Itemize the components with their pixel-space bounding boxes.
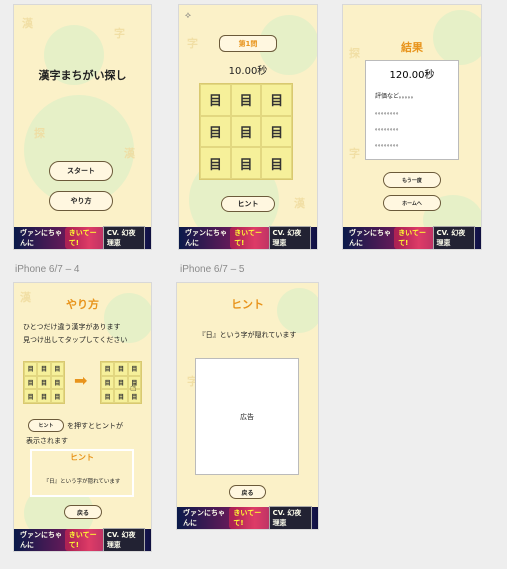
kanji-cell: 目 [50, 375, 64, 390]
ad-banner[interactable]: ヴァンにちゃんに きいてーて! CV. 幻夜理恵 [14, 528, 151, 551]
ad-banner[interactable]: ヴァンにちゃんに きいてーて! CV. 幻夜理恵 [14, 226, 151, 249]
kanji-cell[interactable]: 目 [261, 147, 292, 179]
watermark-kanji: 漢 [22, 17, 33, 30]
kanji-cell: 目 [24, 389, 38, 403]
artboard-label: iPhone 6/7 – 4 [15, 264, 80, 275]
result-comment: 評価など。。。。。 [375, 93, 417, 100]
result-dots: 。。。。。。。。 [375, 109, 403, 116]
ad-right-text: CV. 幻夜理恵 [268, 226, 311, 249]
ad-left-text: ヴァンにちゃんに [349, 229, 391, 247]
watermark-kanji: 字 [349, 147, 360, 160]
tap-hand-icon: ☝ [130, 381, 137, 394]
ad-mid-text: きいてーて! [230, 227, 269, 249]
howto-line2: 見つけ出してタップしてください [23, 336, 128, 344]
result-dots: 。。。。。。。。 [375, 125, 403, 132]
kanji-cell: 目 [114, 389, 128, 403]
ad-mid-text: きいてーて! [394, 227, 433, 249]
ad-left-text: ヴァンにちゃんに [20, 229, 62, 247]
kanji-cell: 目 [50, 362, 64, 376]
artboard-result: 探 字 結果 120.00秒 評価など。。。。。 。。。。。。。。 。。。。。。… [342, 4, 482, 250]
hint-button[interactable]: ヒント [221, 196, 275, 212]
kanji-cell: 目 [24, 375, 38, 390]
arrow-icon: ➡ [74, 371, 88, 390]
home-button[interactable]: ホームへ [383, 195, 441, 211]
kanji-cell[interactable]: 目 [261, 115, 292, 148]
hint-sample-panel: ヒント 『日』という字が隠れています [30, 449, 134, 497]
artboard-hint: 字 ヒント 『日』という字が隠れています 広告 戻る ヴァンにちゃんに きいてー… [176, 282, 319, 530]
kanji-cell: 目 [37, 375, 51, 390]
result-time: 120.00秒 [389, 70, 435, 81]
ad-banner[interactable]: ヴァンにちゃんに きいてーて! CV. 幻夜理恵 [343, 226, 481, 249]
artboard-game: 字 漢 ⟡ 第1問 10.00秒 目 目 目 目 目 目 目 目 目 ヒント ヴ… [178, 4, 318, 250]
kanji-cell: 目 [101, 389, 115, 403]
watermark-kanji: 探 [34, 127, 45, 140]
howto-heading: やり方 [66, 298, 99, 311]
kanji-cell[interactable]: 目 [200, 147, 231, 179]
bg-blob [24, 95, 134, 205]
hint-explain-a: を押すとヒントが [67, 422, 123, 430]
result-heading: 結果 [401, 41, 423, 54]
kanji-cell: 目 [37, 389, 51, 403]
watermark-kanji: 字 [187, 37, 198, 50]
retry-button[interactable]: もう一度 [383, 172, 441, 188]
ad-left-text: ヴァンにちゃんに [185, 229, 227, 247]
artboard-label: iPhone 6/7 – 5 [180, 264, 245, 275]
kanji-cell[interactable]: 目 [261, 84, 292, 116]
ad-mid-text: きいてーて! [229, 507, 269, 529]
kanji-cell: 目 [24, 362, 38, 376]
ad-mid-text: きいてーて! [64, 529, 103, 551]
howto-line1: ひとつだけ違う漢字があります [23, 323, 121, 331]
ad-left-text: ヴァンにちゃんに [20, 531, 62, 549]
ad-placeholder[interactable]: 広告 [195, 358, 299, 475]
ad-mid-text: きいてーて! [64, 227, 103, 249]
bg-blob [433, 10, 481, 65]
app-title: 漢字まちがい探し [38, 69, 127, 82]
timer-display: 10.00秒 [228, 66, 268, 77]
watermark-kanji: 漢 [294, 197, 305, 210]
stage-label: 第1問 [219, 35, 277, 52]
ad-placeholder-label: 広告 [240, 412, 254, 421]
hint-sample-title: ヒント [70, 453, 94, 462]
start-button[interactable]: スタート [49, 161, 113, 181]
result-dots: 。。。。。。。。 [375, 141, 403, 148]
hint-message: 『日』という字が隠れています [198, 331, 297, 339]
kanji-cell[interactable]: 目 [230, 147, 262, 179]
ad-right-text: CV. 幻夜理恵 [102, 226, 145, 249]
ad-left-text: ヴァンにちゃんに [183, 509, 225, 527]
artboard-title: 漢 字 探 漢 漢字まちがい探し スタート やり方 ヴァンにちゃんに きいてーて… [13, 4, 152, 250]
ad-right-text: CV. 幻夜理恵 [268, 506, 312, 529]
kanji-cell: 目 [50, 389, 64, 403]
ad-banner[interactable]: ヴァンにちゃんに きいてーて! CV. 幻夜理恵 [179, 226, 317, 249]
ad-right-text: CV. 幻夜理恵 [102, 528, 145, 551]
artboard-howto: 漢 やり方 ひとつだけ違う漢字があります 見つけ出してタップしてください 目 目… [13, 282, 152, 552]
watermark-kanji: 漢 [124, 147, 135, 160]
howto-button[interactable]: やり方 [49, 191, 113, 211]
kanji-cell: 目 [114, 375, 128, 390]
back-button[interactable]: 戻る [229, 485, 266, 499]
hint-heading: ヒント [231, 298, 264, 311]
kanji-cell[interactable]: 目 [230, 84, 262, 116]
kanji-cell[interactable]: 目 [200, 115, 231, 148]
result-panel: 120.00秒 評価など。。。。。 。。。。。。。。 。。。。。。。。 。。。。… [365, 60, 459, 160]
hint-explain-b: 表示されます [26, 437, 68, 445]
kanji-cell: 目 [101, 362, 115, 376]
kanji-cell: 目 [37, 362, 51, 376]
back-button[interactable]: 戻る [64, 505, 102, 519]
howto-grid-before: 目 目 目 目 目 目 目 目 目 [23, 361, 65, 404]
sample-hint-button: ヒント [28, 419, 64, 432]
watermark-kanji: 字 [114, 27, 125, 40]
hint-sample-body: 『日』という字が隠れています [43, 479, 121, 485]
kanji-cell: 目 [114, 362, 128, 376]
kanji-cell[interactable]: 目 [200, 84, 231, 116]
kanji-grid: 目 目 目 目 目 目 目 目 目 [199, 83, 293, 180]
ad-banner[interactable]: ヴァンにちゃんに きいてーて! CV. 幻夜理恵 [177, 506, 318, 529]
expand-icon[interactable]: ⟡ [185, 11, 191, 21]
kanji-cell: 目 [127, 362, 141, 376]
kanji-cell[interactable]: 目 [230, 115, 262, 148]
ad-right-text: CV. 幻夜理恵 [432, 226, 475, 249]
kanji-cell: 目 [101, 375, 115, 390]
